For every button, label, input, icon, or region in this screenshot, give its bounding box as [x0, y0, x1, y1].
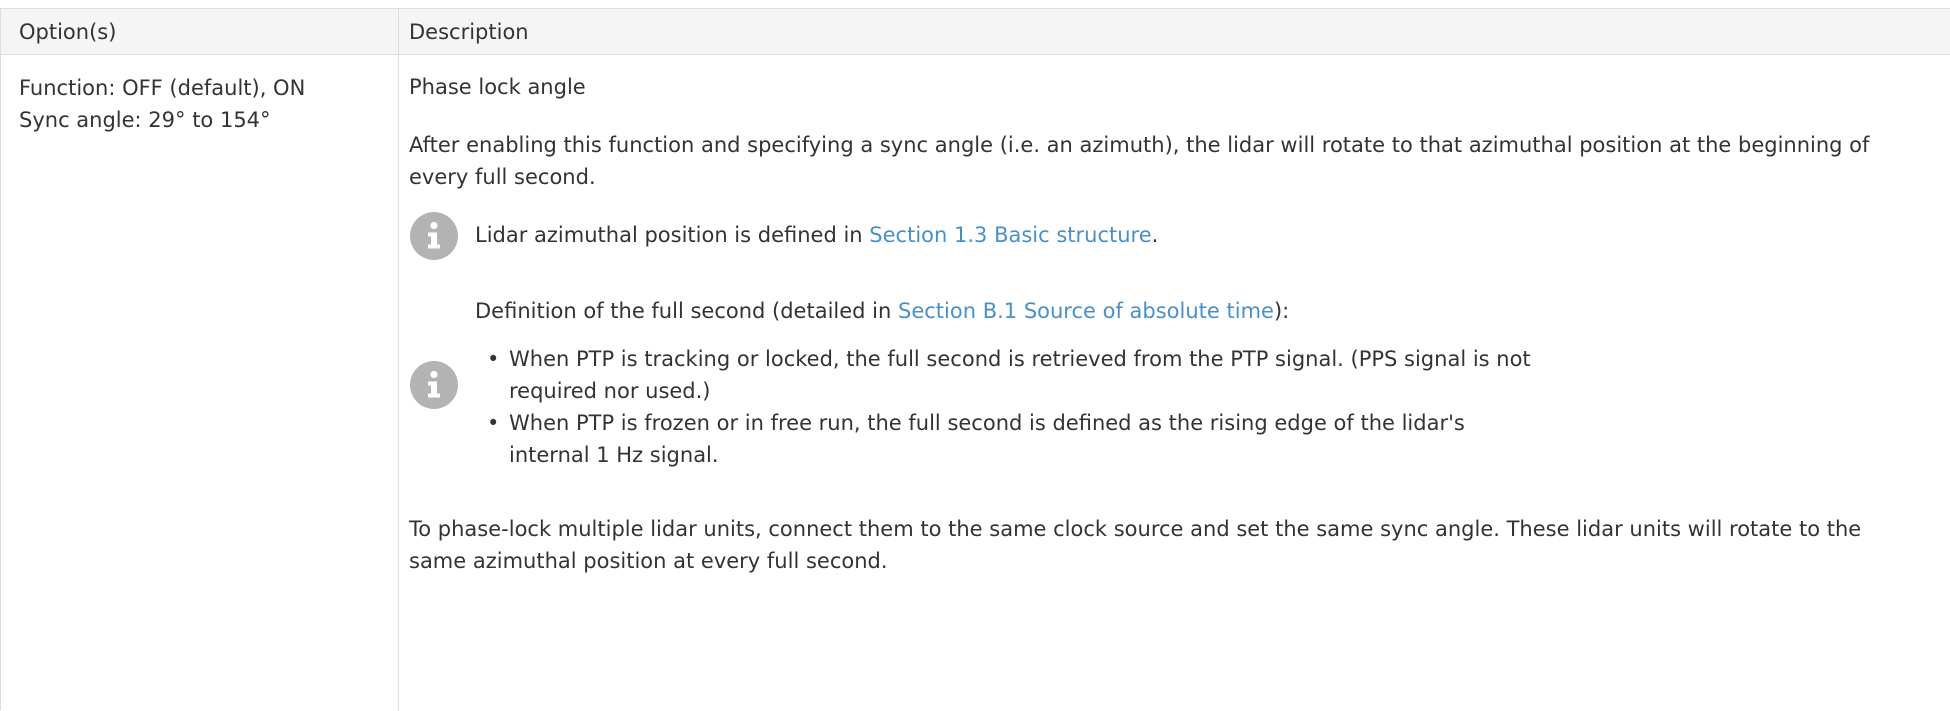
description-paragraph-phase-lock: To phase-lock multiple lidar units, conn…	[409, 517, 1862, 573]
note-suffix: ):	[1273, 299, 1290, 323]
link-section-b-1[interactable]: Section B.1 Source of absolute time	[898, 299, 1274, 323]
column-divider	[398, 9, 399, 711]
bullet-marker: •	[487, 347, 500, 371]
link-section-1-3[interactable]: Section 1.3 Basic structure	[869, 223, 1151, 247]
note-full-second-intro: Definition of the full second (detailed …	[475, 295, 1289, 327]
bullet-marker: •	[487, 411, 500, 435]
description-paragraph: After enabling this function and specify…	[409, 133, 1870, 189]
bullet-text: When PTP is tracking or locked, the full…	[509, 347, 1531, 403]
list-item: • When PTP is frozen or in free run, the …	[483, 407, 1543, 471]
options-table: Option(s) Description Function: OFF (def…	[0, 8, 1950, 711]
table-header-row: Option(s) Description	[1, 9, 1950, 55]
note-text: Definition of the full second (detailed …	[475, 299, 898, 323]
info-icon	[410, 212, 458, 260]
note-text: Lidar azimuthal position is defined in	[475, 223, 870, 247]
option-function: Function: OFF (default), ON	[19, 76, 306, 100]
description-title: Phase lock angle	[409, 75, 586, 99]
option-sync-angle: Sync angle: 29° to 154°	[19, 108, 271, 132]
note-azimuthal-position: Lidar azimuthal position is defined in S…	[475, 219, 1158, 251]
header-description: Description	[409, 20, 529, 44]
list-item: • When PTP is tracking or locked, the ful…	[483, 343, 1543, 407]
note-suffix: .	[1151, 223, 1159, 247]
bullet-text: When PTP is frozen or in free run, the f…	[509, 411, 1465, 467]
full-second-bullet-list: • When PTP is tracking or locked, the ful…	[483, 343, 1543, 471]
header-options: Option(s)	[19, 20, 117, 44]
info-icon	[410, 361, 458, 409]
